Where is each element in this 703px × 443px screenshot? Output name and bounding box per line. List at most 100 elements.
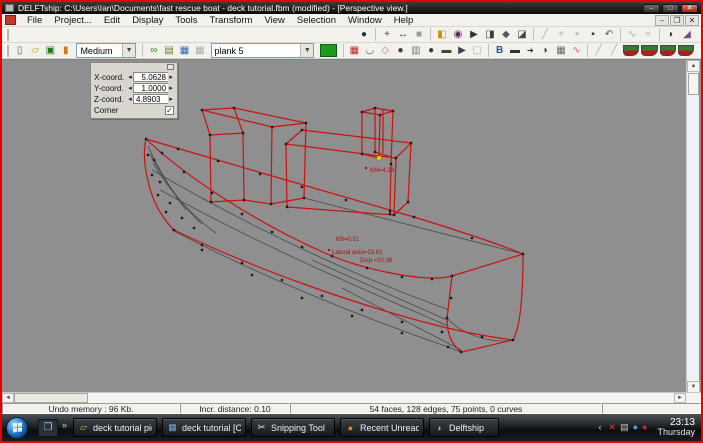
flowline-icon[interactable]: ∿ <box>569 44 584 58</box>
x-coord-field[interactable]: 5.0628 <box>133 72 168 82</box>
project-icon[interactable]: ◪ <box>514 28 530 42</box>
vertical-scrollbar[interactable]: ▲ ▼ <box>686 60 700 393</box>
menu-project[interactable]: Project... <box>48 14 98 27</box>
kite-icon[interactable]: ◗ <box>663 28 679 42</box>
corner-checkbox[interactable]: ✓ <box>165 105 174 115</box>
taskbar-button-deck-tutorial-doc[interactable]: ▦ deck tutorial [Comp... <box>162 418 247 437</box>
dropdown-arrow-icon[interactable]: ▼ <box>300 44 314 57</box>
control-points[interactable] <box>144 106 525 354</box>
tray-red-dot-icon[interactable]: ● <box>642 422 647 432</box>
taskbar-clock[interactable]: 23:13 Thursday <box>657 417 695 438</box>
curve-wave-icon[interactable]: ∿ <box>624 28 640 42</box>
report-boat-icon[interactable] <box>677 45 695 56</box>
line-tool-icon[interactable]: ╱ <box>537 28 553 42</box>
menu-help[interactable]: Help <box>388 14 420 27</box>
mdi-close-button[interactable]: ✕ <box>685 14 699 26</box>
x-spin-up-icon[interactable]: ▸ <box>168 73 174 81</box>
hydro-line-icon[interactable]: ╱ <box>591 44 606 58</box>
layers-icon[interactable]: ▤ <box>161 44 176 58</box>
y-coord-field[interactable]: 1.0000 <box>133 83 168 93</box>
layer-dropdown[interactable]: plank 5 ▼ <box>210 43 315 58</box>
move-icon[interactable]: ▶ <box>466 28 482 42</box>
world-icon[interactable]: ● <box>356 28 372 42</box>
menu-display[interactable]: Display <box>126 14 169 27</box>
new-file-icon[interactable]: ▯ <box>12 44 27 58</box>
maximize-button[interactable]: □ <box>662 3 679 13</box>
toolbar-grip[interactable] <box>5 28 9 41</box>
perspective-viewport[interactable]: KM=4.23 KB=0.51 Lateral area=23.61 Disp.… <box>2 59 701 393</box>
horizontal-scrollbar[interactable]: ◄ ► <box>2 392 701 403</box>
scroll-up-icon[interactable]: ▲ <box>687 60 700 72</box>
open-folder-icon[interactable]: ▱ <box>27 44 42 58</box>
coordinate-panel[interactable]: X-coord. ◂ 5.0628 ▸ Y-coord. ◂ 1.0000 ▸ … <box>90 62 178 119</box>
scroll-left-icon[interactable]: ◄ <box>2 393 14 403</box>
minimize-button[interactable]: – <box>643 3 660 13</box>
mdi-minimize-button[interactable]: – <box>655 14 669 26</box>
stability-boat-icon[interactable] <box>641 45 658 56</box>
title-bar[interactable]: DELFTship: C:\Users\Ian\Documents\fast r… <box>2 2 701 14</box>
menu-tools[interactable]: Tools <box>169 14 203 27</box>
tray-collapse-icon[interactable]: ‹ <box>599 422 602 432</box>
hydrostatics-boat-icon[interactable] <box>622 45 640 56</box>
undo-icon[interactable]: ↶ <box>601 28 617 42</box>
crease-icon[interactable]: ◇ <box>377 44 392 58</box>
solid-icon[interactable]: ▬ <box>507 44 522 58</box>
menu-view[interactable]: View <box>258 14 290 27</box>
align-icon[interactable]: ◆ <box>498 28 514 42</box>
sphere-icon[interactable]: ● <box>424 44 439 58</box>
layer-color-swatch[interactable] <box>320 44 337 57</box>
scroll-right-icon[interactable]: ► <box>674 393 686 403</box>
resistance-boat-icon[interactable] <box>659 45 676 56</box>
tray-network-icon[interactable]: ● <box>633 422 638 432</box>
cylinder-icon[interactable]: ▬ <box>439 44 454 58</box>
visibility-icon[interactable]: ∞ <box>146 44 161 58</box>
menu-selection[interactable]: Selection <box>291 14 342 27</box>
close-button[interactable]: ✕ <box>681 3 698 13</box>
swoosh-icon[interactable]: ◢ <box>679 28 695 42</box>
horizontal-scroll-thumb[interactable] <box>14 393 88 403</box>
menu-transform[interactable]: Transform <box>204 14 259 27</box>
rotate-icon[interactable]: ◉ <box>450 28 466 42</box>
panel-pin-button[interactable] <box>167 64 174 70</box>
export-icon[interactable]: ▮ <box>58 44 73 58</box>
y-spin-up-icon[interactable]: ▸ <box>168 84 174 92</box>
taskbar-button-delftship[interactable]: ◗ Delftship <box>429 418 500 437</box>
controlnet-icon[interactable]: ▦ <box>177 44 192 58</box>
taskbar-button-deck-tutorial-pics[interactable]: ▱ deck tutorial pics <box>73 418 158 437</box>
precision-dropdown[interactable]: Medium ▼ <box>76 43 137 58</box>
cone-icon[interactable]: ▶ <box>454 44 469 58</box>
vertical-scroll-thumb[interactable] <box>688 73 699 95</box>
hydro-line2-icon[interactable]: ╱ <box>606 44 621 58</box>
quick-launch-icon[interactable]: ❐ <box>38 418 58 437</box>
quicklaunch-overflow-chevron[interactable]: » <box>62 420 67 430</box>
start-button[interactable] <box>6 416 28 439</box>
fill-window-icon[interactable]: ▪ <box>585 28 601 42</box>
mirror-icon[interactable]: ◨ <box>482 28 498 42</box>
dropdown-arrow-icon[interactable]: ▼ <box>122 44 136 57</box>
tray-red-app-icon[interactable]: ✕ <box>609 422 617 433</box>
add-point-icon[interactable]: + <box>553 28 569 42</box>
new-window-icon[interactable]: ▫ <box>569 28 585 42</box>
tray-gray-app-icon[interactable]: ▤ <box>620 422 629 433</box>
point-arrow-icon[interactable]: ➔ <box>523 44 538 58</box>
z-coord-field[interactable]: 4.8903 <box>133 94 168 104</box>
taskbar-button-recent-unread-topics[interactable]: ● Recent Unread Topi... <box>340 418 425 437</box>
net-grid-icon[interactable]: ▦ <box>347 44 362 58</box>
curve-arrow-icon[interactable]: ≈ <box>640 28 656 42</box>
point-icon[interactable]: ● <box>393 44 408 58</box>
save-icon[interactable]: ▣ <box>43 44 58 58</box>
z-spin-up-icon[interactable]: ▸ <box>168 95 174 103</box>
insert-plane-icon[interactable]: B <box>492 44 507 58</box>
measure-icon[interactable]: ↔ <box>395 28 411 42</box>
pan-icon[interactable]: + <box>379 28 395 42</box>
plane-icon[interactable]: ▢ <box>470 44 485 58</box>
mdi-restore-button[interactable]: ❐ <box>670 14 684 26</box>
selected-control-point[interactable] <box>376 155 382 161</box>
grid-icon[interactable]: ▥ <box>408 44 423 58</box>
scale-icon[interactable]: ◧ <box>434 28 450 42</box>
menu-edit[interactable]: Edit <box>98 14 126 27</box>
curve-icon[interactable]: ◡ <box>362 44 377 58</box>
menu-file[interactable]: File <box>21 14 48 27</box>
menu-window[interactable]: Window <box>342 14 388 27</box>
taskbar-button-snipping-tool[interactable]: ✂ Snipping Tool <box>251 418 336 437</box>
